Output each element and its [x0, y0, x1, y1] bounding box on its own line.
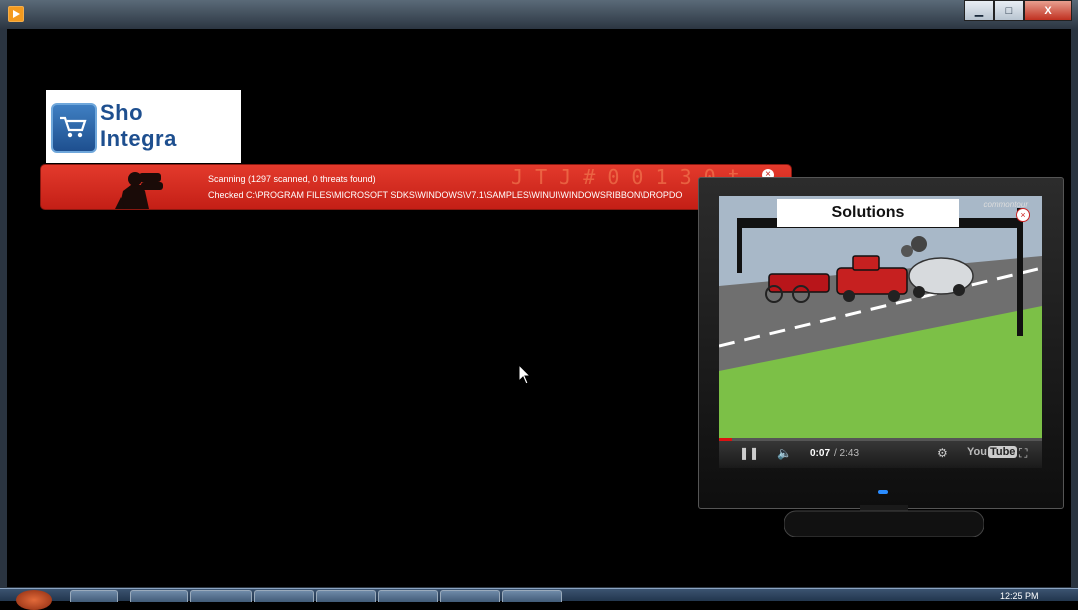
- taskbar-item-explorer[interactable]: [130, 590, 188, 602]
- taskbar-item-notepad[interactable]: [254, 590, 314, 602]
- youtube-logo-you: You: [967, 446, 987, 458]
- logo-text-line2: Integra: [100, 126, 177, 151]
- minimize-button[interactable]: ▁: [964, 0, 994, 21]
- video-overlay-close-icon[interactable]: ×: [1016, 208, 1030, 222]
- mouse-cursor-icon: [518, 364, 532, 385]
- taskbar-item-app-3[interactable]: [378, 590, 438, 602]
- taskbar-item-app-2[interactable]: [316, 590, 376, 602]
- current-time: 0:07: [810, 448, 831, 459]
- video-frame[interactable]: [719, 196, 1042, 438]
- shopping-cart-icon: [51, 103, 97, 153]
- video-progress-bar[interactable]: [719, 438, 1042, 441]
- title-bar[interactable]: ▁ □ X: [0, 0, 1078, 28]
- video-progress-fill: [719, 438, 732, 441]
- app-icon[interactable]: [8, 6, 24, 22]
- volume-icon[interactable]: 🔈: [777, 446, 792, 460]
- youtube-logo[interactable]: You Tube: [967, 446, 1018, 458]
- total-time: / 2:43: [834, 448, 860, 459]
- taskbar-item-app-5[interactable]: [502, 590, 562, 602]
- taskbar-item-app-4[interactable]: [440, 590, 500, 602]
- taskbar-item-ie[interactable]: [70, 590, 118, 602]
- scan-notification-banner: J T J # 0 0 1 3 0 t Scanning (1297 scann…: [40, 164, 792, 210]
- taskbar: 12:25 PM: [0, 588, 1078, 610]
- taskbar-item-app-1[interactable]: [190, 590, 252, 602]
- pause-icon[interactable]: ❚❚: [739, 446, 759, 460]
- settings-icon[interactable]: ⚙: [937, 446, 948, 460]
- fullscreen-icon[interactable]: ⛶: [1019, 446, 1027, 461]
- window-controls: ▁ □ X: [964, 0, 1072, 21]
- video-overlay-title: Solutions: [777, 199, 959, 227]
- youtube-logo-tube: Tube: [987, 446, 1018, 458]
- scan-status-text: Scanning (1297 scanned, 0 threats found): [208, 174, 376, 184]
- maximize-button[interactable]: □: [994, 0, 1024, 21]
- shop-integra-logo: Sho Integra: [46, 90, 241, 163]
- scan-path-text: Checked C:\PROGRAM FILES\MICROSOFT SDKS\…: [208, 190, 683, 200]
- binoculars-figure-icon: [115, 172, 163, 209]
- video-player[interactable]: Solutions commontour × ❚❚ 🔈 0:07 / 2:43 …: [719, 196, 1042, 468]
- tv-stand: [784, 505, 984, 537]
- start-button[interactable]: [16, 590, 52, 610]
- video-controls-bar: ❚❚ 🔈 0:07 / 2:43 ⚙ You Tube ⛶: [719, 438, 1042, 468]
- power-led: [878, 490, 888, 494]
- logo-text-line1: Sho: [100, 100, 144, 125]
- close-button[interactable]: X: [1024, 0, 1072, 21]
